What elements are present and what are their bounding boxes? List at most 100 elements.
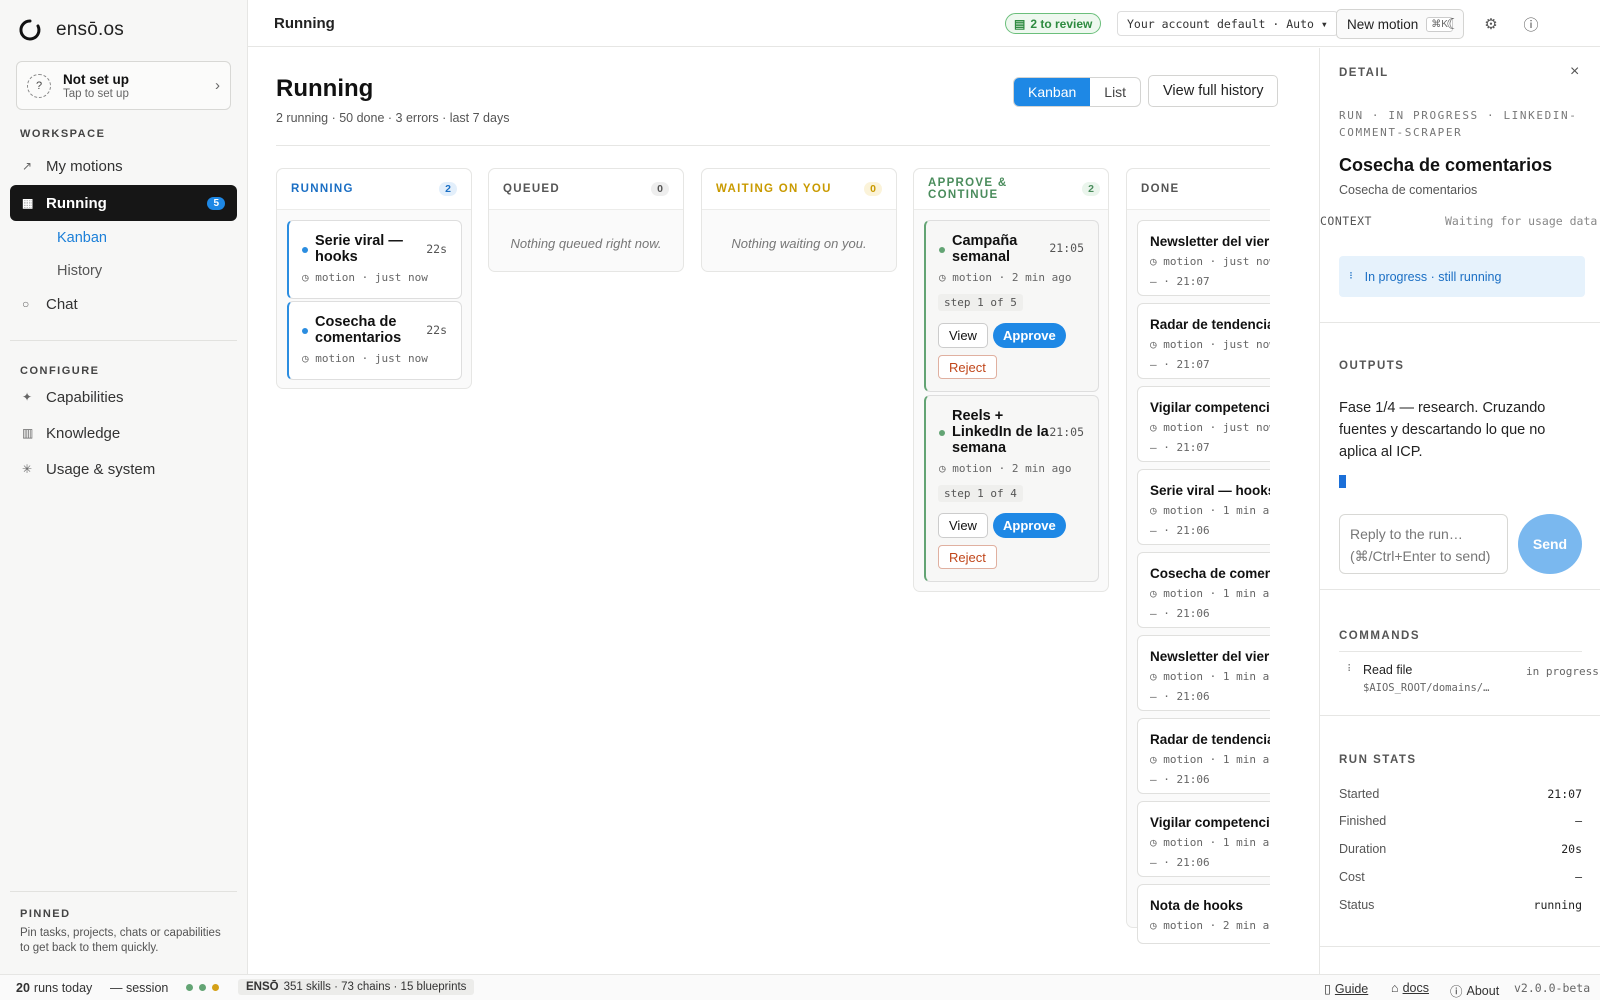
review-badge[interactable]: ▤ 2 to review <box>1005 13 1102 34</box>
sidebar-item-capabilities[interactable]: ✦ Capabilities <box>10 379 237 415</box>
view-button[interactable]: View <box>938 323 988 348</box>
context-row: CONTEXT Waiting for usage data… <box>1320 214 1600 228</box>
done-card[interactable]: Newsletter del viernes ◷ motion · 1 min … <box>1137 635 1270 711</box>
stat-started: Started 21:07 <box>1339 787 1582 801</box>
card-time: — · 21:06 <box>1150 524 1210 537</box>
sidebar-item-running[interactable]: ▦ Running 5 <box>10 185 237 221</box>
setup-title: Not set up <box>63 71 129 87</box>
close-icon[interactable]: × <box>1570 63 1579 81</box>
card-title: Radar de tendencias <box>1150 317 1270 332</box>
card-meta: ◷ motion · 2 min ago <box>939 462 1071 475</box>
column-title: QUEUED <box>503 183 561 195</box>
stat-key: Started <box>1339 787 1380 801</box>
context-value: Waiting for usage data… <box>1445 214 1597 228</box>
card-meta: ◷ motion · 2 min ago <box>1150 919 1270 932</box>
empty-state: Nothing queued right now. <box>510 236 662 251</box>
command-status: in progress <box>1526 665 1599 678</box>
brand[interactable]: ensō.os <box>18 18 124 42</box>
card-meta-text: motion · just now <box>315 271 428 284</box>
gear-icon[interactable]: ⚙ <box>1481 14 1501 34</box>
card-time: — · 21:07 <box>1150 358 1210 371</box>
done-card[interactable]: Cosecha de comentarios ◷ motion · 1 min … <box>1137 552 1270 628</box>
done-card[interactable]: Serie viral — hooks ◷ motion · 1 min ago… <box>1137 469 1270 545</box>
command-path: $AIOS_ROOT/domains/… <box>1363 682 1490 694</box>
reply-input[interactable]: Reply to the run… (⌘/Ctrl+Enter to send) <box>1339 514 1508 574</box>
spinner-icon: ⠇ <box>1349 271 1356 281</box>
card-meta-text: motion · 2 min ago <box>952 271 1072 284</box>
info-icon[interactable]: ⓘ <box>1521 14 1541 34</box>
done-card[interactable]: Vigilar competencia ◷ motion · just now … <box>1137 386 1270 462</box>
step-indicator: step 1 of 5 <box>938 294 1023 311</box>
clipboard-icon: ▤ <box>1014 16 1026 31</box>
section-divider <box>1320 322 1600 323</box>
reject-button[interactable]: Reject <box>938 355 997 379</box>
session-indicator: — session <box>110 981 169 995</box>
docs-label: docs <box>1402 981 1429 995</box>
status-dot <box>939 430 945 436</box>
about-link[interactable]: ⓘ About <box>1450 981 1499 1000</box>
reject-button[interactable]: Reject <box>938 545 997 569</box>
done-card[interactable]: Radar de tendencias ◷ motion · just now … <box>1137 303 1270 379</box>
approval-card[interactable]: Campaña semanal 21:05 ◷ motion · 2 min a… <box>924 220 1099 392</box>
setup-card[interactable]: ? Not set up Tap to set up › <box>16 61 231 110</box>
done-card[interactable]: Radar de tendencias ◷ motion · 1 min ago… <box>1137 718 1270 794</box>
question-icon: ? <box>27 73 51 98</box>
card-meta: ◷ motion · just now <box>302 271 428 284</box>
detail-label: DETAIL <box>1339 67 1389 79</box>
top-bar: Running ▤ 2 to review Your account defau… <box>248 0 1600 47</box>
sidebar-item-chat[interactable]: ○ Chat <box>10 286 237 322</box>
account-model-select[interactable]: Your account default · Auto ▾ <box>1117 11 1338 36</box>
approval-card[interactable]: Reels + LinkedIn de la semana 21:05 ◷ mo… <box>924 395 1099 582</box>
approve-button[interactable]: Approve <box>993 513 1066 538</box>
tab-kanban[interactable]: Kanban <box>1014 78 1091 106</box>
docs-link[interactable]: ⌂ docs <box>1391 981 1429 995</box>
sidebar-item-knowledge[interactable]: ▥ Knowledge <box>10 415 237 451</box>
sidebar: ensō.os ? Not set up Tap to set up › WOR… <box>0 0 248 974</box>
done-card[interactable]: Newsletter del viernes ◷ motion · just n… <box>1137 220 1270 296</box>
sidebar-item-usage[interactable]: ✳ Usage & system <box>10 451 237 487</box>
sidebar-item-my-motions[interactable]: ↗ My motions <box>10 148 237 184</box>
enso-logo-icon <box>19 19 41 41</box>
clock-icon: ◷ <box>1150 504 1164 517</box>
sidebar-subitem-history[interactable]: History <box>57 263 102 279</box>
column-count: 2 <box>439 182 457 196</box>
card-meta: ◷ motion · 2 min ago <box>939 271 1071 284</box>
new-motion-label: New motion <box>1347 16 1419 32</box>
card-meta-text: motion · just now <box>1163 255 1270 268</box>
clock-icon: ◷ <box>1150 338 1164 351</box>
sidebar-divider <box>10 891 237 892</box>
moon-icon[interactable]: ☾ <box>1443 14 1463 34</box>
pinned-title: PINNED <box>20 908 71 920</box>
stat-key: Cost <box>1339 870 1365 884</box>
engine-name: ENSŌ <box>246 981 279 993</box>
card-elapsed: 22s <box>426 242 447 256</box>
run-card[interactable]: Serie viral — hooks 22s ◷ motion · just … <box>287 220 462 299</box>
card-time: — · 21:07 <box>1150 275 1210 288</box>
grid-icon: ▦ <box>22 196 34 210</box>
view-button[interactable]: View <box>938 513 988 538</box>
tab-list[interactable]: List <box>1090 78 1140 106</box>
header-divider <box>276 145 1270 146</box>
command-title[interactable]: Read file <box>1363 663 1412 677</box>
card-title: Reels + LinkedIn de la semana <box>952 408 1049 456</box>
send-button[interactable]: Send <box>1518 514 1582 574</box>
sidebar-subitem-kanban[interactable]: Kanban <box>57 230 107 246</box>
section-divider <box>1320 715 1600 716</box>
done-card[interactable]: Vigilar competencia ◷ motion · 1 min ago… <box>1137 801 1270 877</box>
approve-button[interactable]: Approve <box>993 323 1066 348</box>
run-card[interactable]: Cosecha de comentarios 22s ◷ motion · ju… <box>287 301 462 380</box>
card-title: Serie viral — hooks <box>1150 483 1270 498</box>
view-full-history-button[interactable]: View full history <box>1148 75 1279 107</box>
card-meta-text: motion · just now <box>1163 338 1270 351</box>
status-dot <box>302 328 308 334</box>
card-title: Newsletter del viernes <box>1150 234 1270 249</box>
section-divider <box>1320 589 1600 590</box>
outputs-label: OUTPUTS <box>1339 360 1405 372</box>
sparkle-icon: ✦ <box>22 390 33 404</box>
review-label: 2 to review <box>1030 16 1093 31</box>
card-title: Campaña semanal <box>952 233 1018 265</box>
done-card[interactable]: Nota de hooks ◷ motion · 2 min ago <box>1137 884 1270 944</box>
card-title: Vigilar competencia <box>1150 400 1270 415</box>
guide-link[interactable]: ▯ Guide <box>1324 981 1368 997</box>
clock-icon: ◷ <box>939 271 953 284</box>
